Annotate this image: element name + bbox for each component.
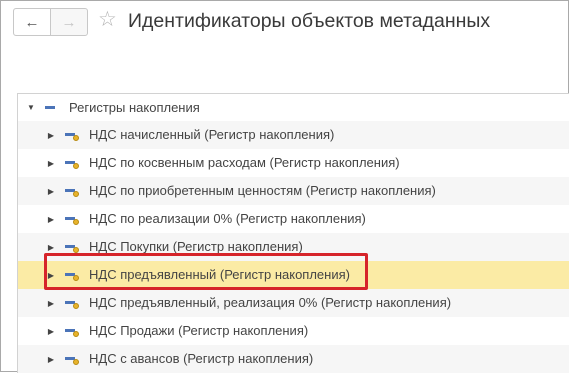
register-icon <box>65 326 79 338</box>
back-button[interactable]: ← <box>14 9 51 35</box>
page-title: Идентификаторы объектов метаданных <box>128 10 491 32</box>
register-icon <box>65 214 79 226</box>
arrow-left-icon: ← <box>24 13 40 31</box>
tree-row[interactable]: ▶ НДС Продажи (Регистр накопления) <box>18 317 569 345</box>
favorite-star-button[interactable]: ☆ <box>98 7 117 33</box>
tree-row-label: НДС по косвенным расходам (Регистр накоп… <box>89 155 400 170</box>
expand-right-icon[interactable]: ▶ <box>46 121 56 149</box>
expand-right-icon[interactable]: ▶ <box>46 149 56 177</box>
tree-row-label: НДС предъявленный, реализация 0% (Регист… <box>89 295 452 310</box>
expand-right-icon[interactable]: ▶ <box>46 345 56 373</box>
arrow-right-icon: → <box>61 13 77 31</box>
tree-row[interactable]: ▶ НДС по приобретенным ценностям (Регистр… <box>18 177 569 205</box>
expand-down-icon[interactable]: ▼ <box>26 94 36 121</box>
register-icon <box>65 158 79 170</box>
forward-button[interactable]: → <box>51 9 87 35</box>
expand-right-icon[interactable]: ▶ <box>46 205 56 233</box>
expand-right-icon[interactable]: ▶ <box>46 177 56 205</box>
register-icon <box>65 298 79 310</box>
tree-row[interactable]: ▶ НДС начисленный (Регистр накопления) <box>18 121 569 149</box>
tree-row[interactable]: ▶ НДС по реализации 0% (Регистр накоплени… <box>18 205 569 233</box>
tree-row[interactable]: ▶ НДС предъявленный, реализация 0% (Регис… <box>18 289 569 317</box>
tree-row[interactable]: ▶ НДС с авансов (Регистр накопления) <box>18 345 569 373</box>
navigation-buttons: ← → <box>13 8 88 36</box>
expand-right-icon[interactable]: ▶ <box>46 289 56 317</box>
tree-row-label: НДС с авансов (Регистр накопления) <box>89 351 314 366</box>
metadata-tree: ▼ Регистры накопления ▶ НДС начисленный (… <box>17 93 569 373</box>
star-icon: ☆ <box>98 8 117 31</box>
expand-right-icon[interactable]: ▶ <box>46 317 56 345</box>
register-icon <box>65 130 79 142</box>
tree-row[interactable]: ▶ НДС по косвенным расходам (Регистр нако… <box>18 149 569 177</box>
tree-row-label: НДС по приобретенным ценностям (Регистр … <box>89 183 436 198</box>
register-group-icon <box>45 103 59 115</box>
tree-row-label: НДС по реализации 0% (Регистр накопления… <box>89 211 366 226</box>
register-icon <box>65 186 79 198</box>
annotation-highlight-frame <box>44 253 368 290</box>
tree-row-label: Регистры накопления <box>69 100 200 115</box>
tree-row-root[interactable]: ▼ Регистры накопления <box>18 94 569 121</box>
tree-row-label: НДС Продажи (Регистр накопления) <box>89 323 309 338</box>
register-icon <box>65 354 79 366</box>
tree-row-label: НДС начисленный (Регистр накопления) <box>89 127 335 142</box>
